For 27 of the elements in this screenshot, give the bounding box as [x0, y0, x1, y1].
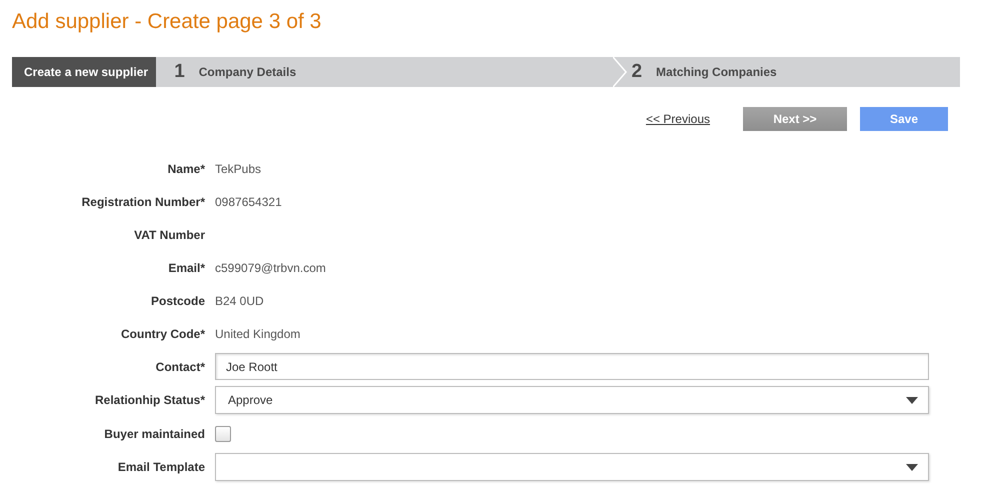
field-value: 0987654321 [215, 194, 283, 208]
dropdown-field[interactable] [215, 453, 929, 481]
field-value: TekPubs [215, 162, 262, 176]
page-title: Add supplier - Create page 3 of 3 [12, 9, 322, 35]
field-value: c599079@trbvn.com [215, 260, 327, 274]
field-label: Postcode [150, 294, 205, 308]
field-label: Name* [166, 162, 205, 176]
step-tab[interactable]: Create a new supplier [12, 57, 156, 87]
checkbox[interactable] [215, 426, 231, 442]
field-value: B24 0UD [215, 294, 265, 308]
field-label: Country Code* [120, 326, 205, 340]
previous-link[interactable]: << Previous [646, 112, 710, 126]
field-label: Email Template [116, 460, 205, 474]
step-number: 1 [174, 61, 185, 83]
chevron-icon [613, 57, 628, 87]
step-number: 2 [631, 61, 642, 83]
field-label: Email* [167, 260, 205, 274]
field-label: Registration Number* [80, 194, 205, 208]
caret-icon [906, 464, 918, 470]
field-label: Relationhip Status* [94, 393, 205, 407]
dropdown-field[interactable]: Approve [215, 386, 929, 414]
field-value: United Kingdom [215, 326, 302, 340]
input-field[interactable]: Joe Roott [215, 353, 929, 380]
field-label: Buyer maintained [103, 426, 205, 440]
field-label: VAT Number [133, 228, 205, 242]
field-label: Contact* [154, 360, 205, 374]
caret-icon [906, 396, 918, 404]
